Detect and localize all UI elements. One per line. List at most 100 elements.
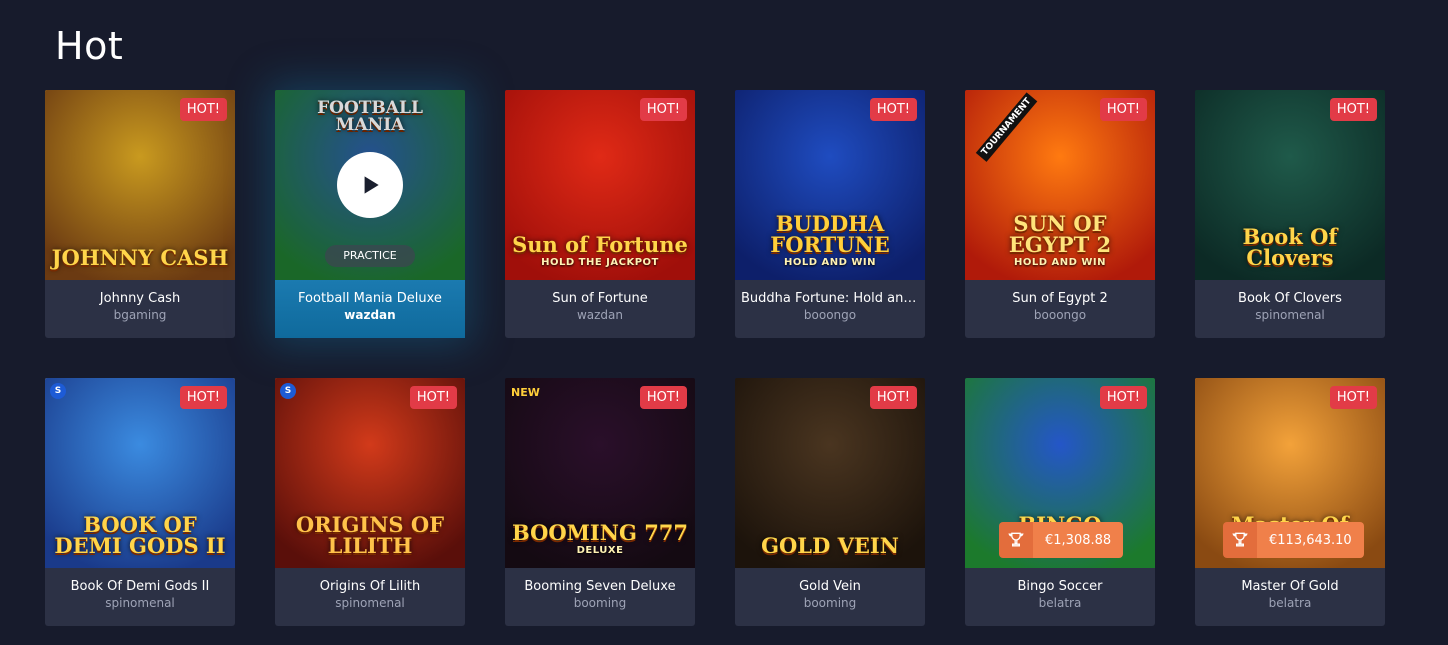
hot-badge: HOT! bbox=[1099, 386, 1147, 409]
game-provider: booongo bbox=[1033, 308, 1087, 322]
game-provider: wazdan bbox=[344, 308, 396, 322]
game-card[interactable]: S ORIGINS OF LILITH HOT! Origins Of Lilith s… bbox=[275, 378, 465, 626]
game-name[interactable]: Football Mania Deluxe bbox=[275, 291, 465, 306]
art-title-text: Book Of Clovers bbox=[1242, 224, 1338, 270]
game-card[interactable]: BUDDHA FORTUNE HOLD AND WIN HOT! Buddha For… bbox=[735, 90, 925, 338]
art-title-text: BOOMING 777 bbox=[511, 520, 689, 545]
game-art-title: GOLD VEIN bbox=[741, 535, 919, 556]
corner-label: S bbox=[50, 383, 66, 399]
game-card[interactable]: BINGO SOCCERHOT!€1,308.88Bingo Soccerbel… bbox=[965, 378, 1155, 626]
jackpot-prize: €113,643.10 bbox=[1223, 522, 1364, 558]
prize-amount: €1,308.88 bbox=[1033, 522, 1124, 558]
game-provider: belatra bbox=[1038, 596, 1082, 610]
game-name[interactable]: Sun of Egypt 2 bbox=[965, 291, 1155, 306]
game-card[interactable]: TOURNAMENT SUN OF EGYPT 2 HOLD AND WIN HOT!… bbox=[965, 90, 1155, 338]
game-name[interactable]: Origins Of Lilith bbox=[275, 579, 465, 594]
game-name[interactable]: Sun of Fortune bbox=[505, 291, 695, 306]
prize-amount: €113,643.10 bbox=[1257, 522, 1364, 558]
game-card[interactable]: JOHNNY CASH HOT! Johnny Cash bgaming bbox=[45, 90, 235, 338]
art-subtitle: DELUXE bbox=[576, 545, 624, 556]
hot-badge: HOT! bbox=[409, 386, 457, 409]
game-provider: belatra bbox=[1268, 596, 1312, 610]
game-info[interactable]: Bingo Soccer belatra bbox=[965, 568, 1155, 626]
game-thumbnail[interactable]: S BOOK OF DEMI GODS II HOT! bbox=[45, 378, 235, 568]
hot-badge: HOT! bbox=[179, 386, 227, 409]
art-subtitle: HOLD AND WIN bbox=[1013, 257, 1107, 268]
game-name[interactable]: Bingo Soccer bbox=[965, 579, 1155, 594]
art-title-text: Sun of Fortune bbox=[512, 232, 688, 257]
corner-label: NEW bbox=[511, 386, 540, 399]
game-card[interactable]: GOLD VEIN HOT! Gold Vein booming bbox=[735, 378, 925, 626]
game-info[interactable]: Booming Seven Deluxe booming bbox=[505, 568, 695, 626]
hot-badge: HOT! bbox=[1329, 98, 1377, 121]
game-thumbnail[interactable]: NEW BOOMING 777 DELUXE HOT! bbox=[505, 378, 695, 568]
game-thumbnail[interactable]: S ORIGINS OF LILITH HOT! bbox=[275, 378, 465, 568]
game-card[interactable]: Sun of Fortune HOLD THE JACKPOT HOT! Sun of… bbox=[505, 90, 695, 338]
game-info[interactable]: Book Of Clovers spinomenal bbox=[1195, 280, 1385, 338]
play-icon bbox=[364, 176, 379, 194]
game-art-title: Sun of Fortune HOLD THE JACKPOT bbox=[511, 234, 689, 268]
game-thumbnail[interactable]: GOLD VEIN HOT! bbox=[735, 378, 925, 568]
art-title-text: SUN OF EGYPT 2 bbox=[1008, 211, 1112, 257]
game-name[interactable]: Gold Vein bbox=[735, 579, 925, 594]
art-title-text: ORIGINS OF LILITH bbox=[295, 512, 445, 558]
hot-badge: HOT! bbox=[869, 98, 917, 121]
hot-badge: HOT! bbox=[1099, 98, 1147, 121]
game-art-title: BOOMING 777 DELUXE bbox=[511, 522, 689, 556]
game-info[interactable]: Master Of Gold belatra bbox=[1195, 568, 1385, 626]
game-info[interactable]: Sun of Egypt 2 booongo bbox=[965, 280, 1155, 338]
game-info[interactable]: Book Of Demi Gods II spinomenal bbox=[45, 568, 235, 626]
hot-badge: HOT! bbox=[179, 98, 227, 121]
game-name[interactable]: Book Of Demi Gods II bbox=[45, 579, 235, 594]
game-provider: spinomenal bbox=[335, 596, 405, 610]
game-thumbnail[interactable]: Book Of Clovers HOT! bbox=[1195, 90, 1385, 280]
game-provider: bgaming bbox=[113, 308, 167, 322]
game-thumbnail[interactable]: JOHNNY CASH HOT! bbox=[45, 90, 235, 280]
game-provider: spinomenal bbox=[105, 596, 175, 610]
hot-badge: HOT! bbox=[1329, 386, 1377, 409]
game-info[interactable]: Football Mania Deluxe wazdan bbox=[275, 280, 465, 338]
game-card[interactable]: FOOTBALL MANIA PRACTICE Football Mania Del… bbox=[275, 90, 465, 338]
game-card[interactable]: Master Of Gold HOT! €113,643.10 Master Of G… bbox=[1195, 378, 1385, 626]
play-button[interactable] bbox=[337, 152, 403, 218]
hot-badge: HOT! bbox=[639, 98, 687, 121]
game-thumbnail[interactable]: TOURNAMENT SUN OF EGYPT 2 HOLD AND WIN HOT! bbox=[965, 90, 1155, 280]
game-provider: wazdan bbox=[576, 308, 624, 322]
game-thumbnail[interactable]: BUDDHA FORTUNE HOLD AND WIN HOT! bbox=[735, 90, 925, 280]
game-info[interactable]: Gold Vein booming bbox=[735, 568, 925, 626]
hot-badge: HOT! bbox=[869, 386, 917, 409]
game-thumbnail[interactable]: BINGO SOCCERHOT!€1,308.88 bbox=[965, 378, 1155, 568]
game-info[interactable]: Origins Of Lilith spinomenal bbox=[275, 568, 465, 626]
game-provider: spinomenal bbox=[1255, 308, 1325, 322]
game-name[interactable]: Booming Seven Deluxe bbox=[505, 579, 695, 594]
game-name[interactable]: Master Of Gold bbox=[1195, 579, 1385, 594]
game-card[interactable]: Book Of Clovers HOT! Book Of Clovers spinom… bbox=[1195, 90, 1385, 338]
corner-label: S bbox=[280, 383, 296, 399]
game-thumbnail[interactable]: Master Of GoldHOT!€113,643.10 bbox=[1195, 378, 1385, 568]
game-art-title: BOOK OF DEMI GODS II bbox=[51, 514, 229, 556]
games-grid: JOHNNY CASH HOT! Johnny Cash bgaming FOOTBAL… bbox=[45, 90, 1385, 626]
practice-button[interactable]: PRACTICE bbox=[325, 245, 415, 267]
game-info[interactable]: Sun of Fortune wazdan bbox=[505, 280, 695, 338]
game-card[interactable]: NEW BOOMING 777 DELUXE HOT! Booming Seven De… bbox=[505, 378, 695, 626]
game-thumbnail[interactable]: Sun of Fortune HOLD THE JACKPOT HOT! bbox=[505, 90, 695, 280]
game-info[interactable]: Buddha Fortune: Hold and ... booongo bbox=[735, 280, 925, 338]
game-provider: booming bbox=[573, 596, 627, 610]
game-art-title: SUN OF EGYPT 2 HOLD AND WIN bbox=[971, 213, 1149, 268]
game-art-title: JOHNNY CASH bbox=[51, 247, 229, 268]
game-card[interactable]: S BOOK OF DEMI GODS II HOT! Book Of Demi Go… bbox=[45, 378, 235, 626]
trophy-icon bbox=[999, 522, 1033, 558]
game-name[interactable]: Buddha Fortune: Hold and ... bbox=[735, 291, 925, 306]
jackpot-prize: €1,308.88 bbox=[999, 522, 1124, 558]
game-name[interactable]: Book Of Clovers bbox=[1195, 291, 1385, 306]
game-thumbnail[interactable]: FOOTBALL MANIA PRACTICE bbox=[275, 90, 465, 280]
game-name[interactable]: Johnny Cash bbox=[45, 291, 235, 306]
game-provider: booongo bbox=[803, 308, 857, 322]
section-title: Hot bbox=[55, 24, 124, 68]
art-subtitle: HOLD THE JACKPOT bbox=[541, 257, 659, 268]
art-title-text: GOLD VEIN bbox=[761, 533, 899, 558]
game-art-title: Book Of Clovers bbox=[1201, 226, 1379, 268]
art-title-text: JOHNNY CASH bbox=[51, 245, 229, 270]
art-title-text: BOOK OF DEMI GODS II bbox=[54, 512, 226, 558]
game-info[interactable]: Johnny Cash bgaming bbox=[45, 280, 235, 338]
